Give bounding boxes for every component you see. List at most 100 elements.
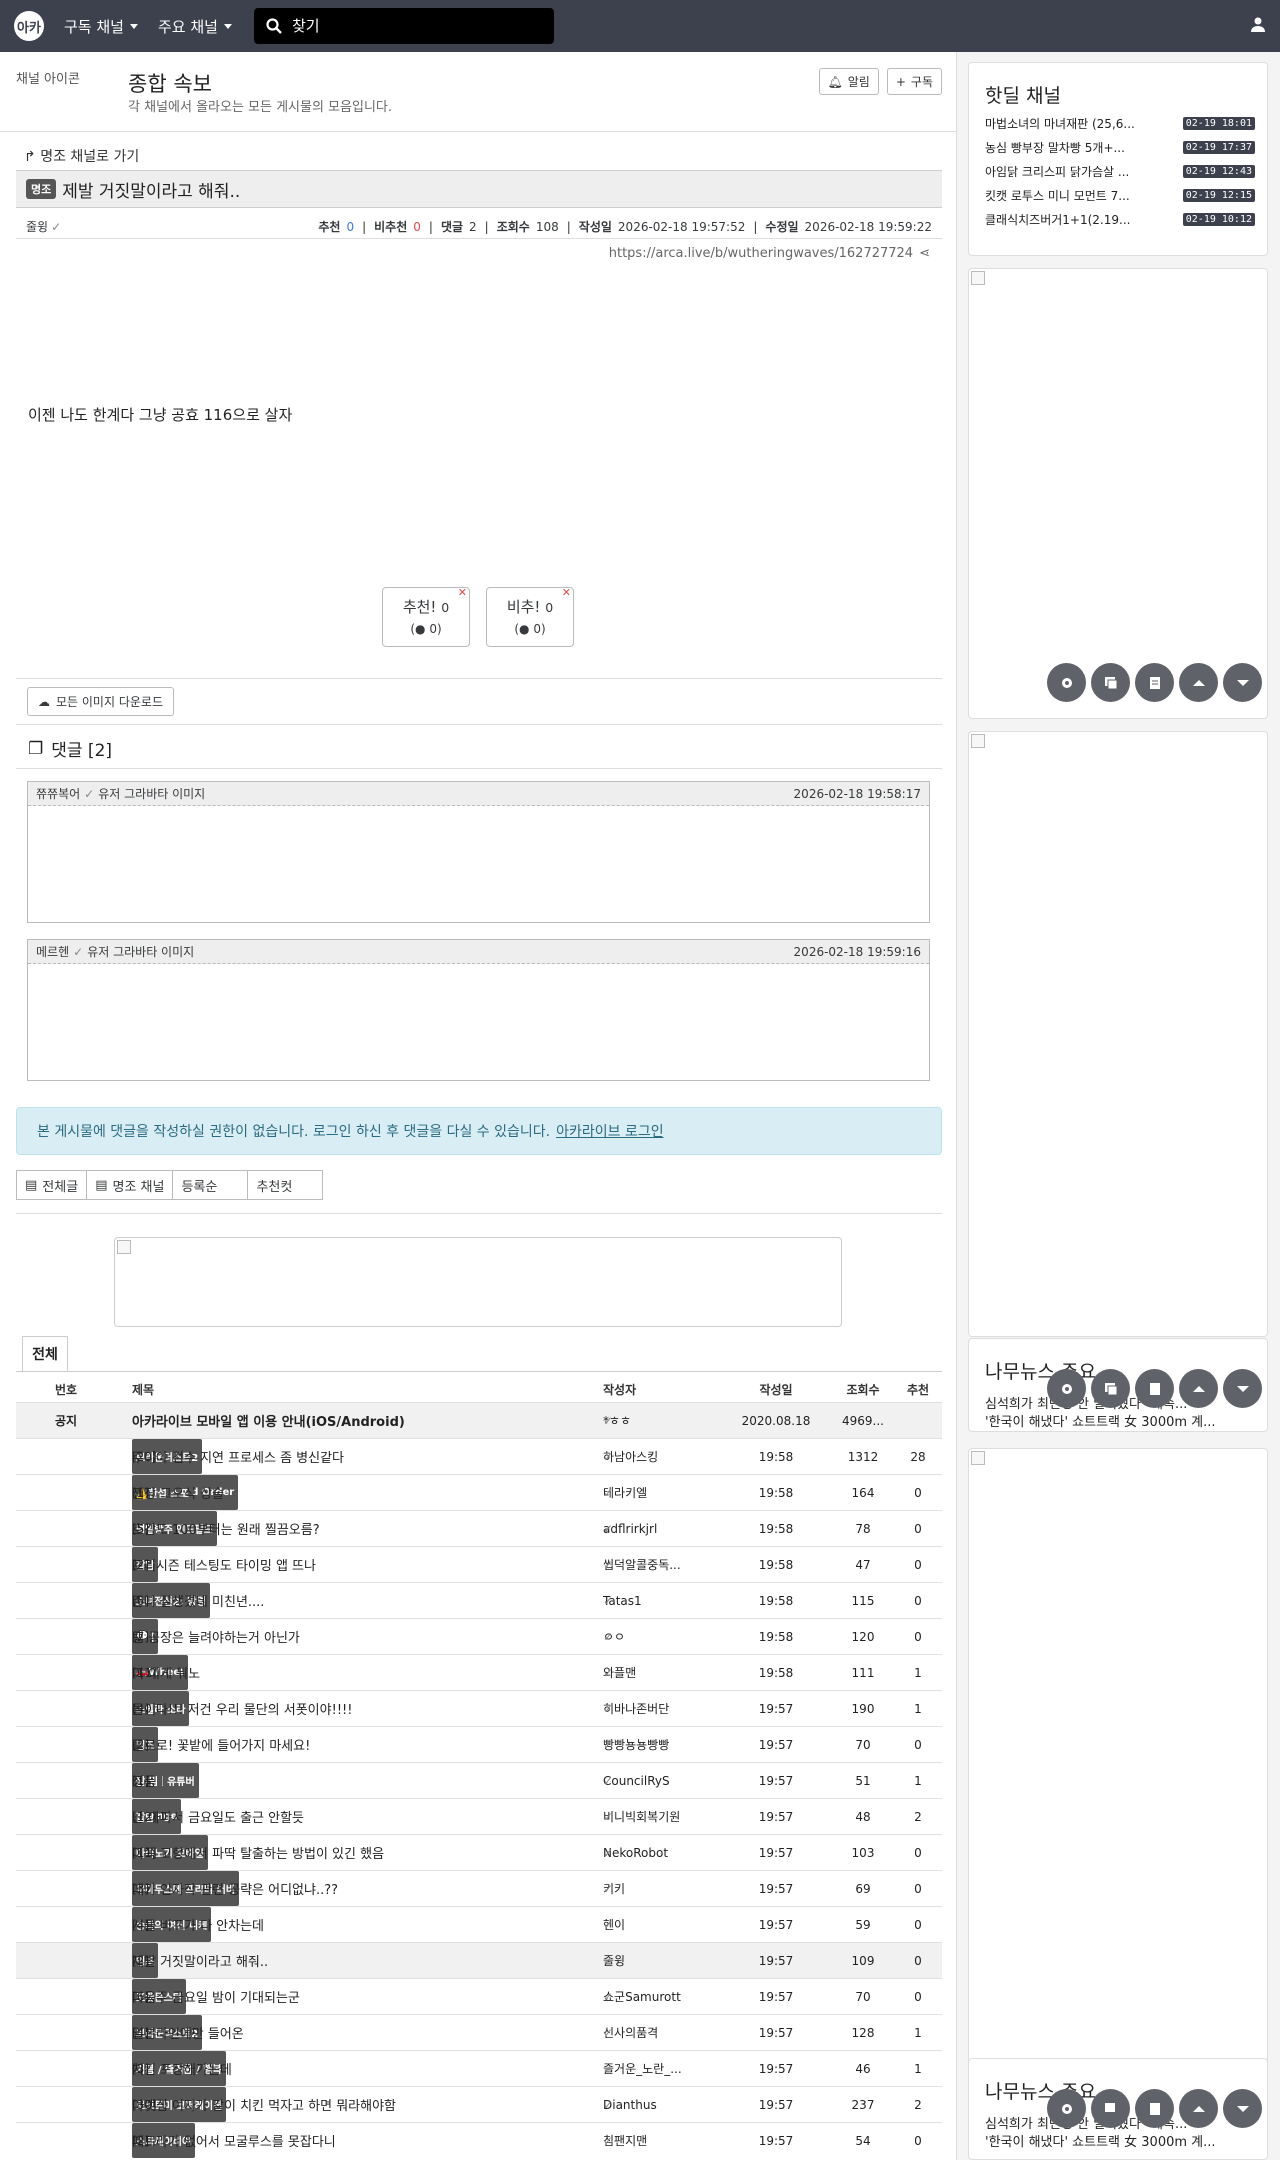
scroll-down-icon[interactable] [1223, 663, 1262, 702]
row-title[interactable]: 램 공장은 늘려야하는거 아닌가 [132, 1619, 300, 1654]
row-title-cell[interactable]: F1잡담프리시즌 테스팅도 타이밍 앱 뜨나[2] [132, 1547, 608, 1582]
row-author[interactable]: 즐거운_노란_... [603, 2051, 682, 2086]
alarm-button[interactable]: 🔔︎ 알림 [818, 68, 879, 95]
notice-title[interactable]: 아카라이브 모바일 앱 이용 안내(iOS/Android) [132, 1403, 608, 1438]
row-title-cell[interactable]: 마비노기 모바일 이쪽 고향에서 파딱 탈출하는 방법이 있긴 했음 [11] [132, 1835, 608, 1870]
list-icon[interactable] [1135, 2089, 1174, 2128]
row-author[interactable]: 쇼군Samurott [603, 1979, 681, 2014]
table-row[interactable]: 스텔라 소라 🗔︎ 몰이다!!! 저건 우리 물단의 서폿이야!!!! [4] 히바나존… [16, 1690, 942, 1726]
row-title[interactable]: 페트라가 없어서 모굴루스를 못잡다니 [132, 2123, 336, 2158]
table-row[interactable]: 브라운더스트2 주니야 검수 지연 프로세스 좀 병신같다 [20] 하남아스킹 ✓ 19… [16, 1438, 942, 1474]
list-icon[interactable] [1135, 1369, 1174, 1408]
table-row[interactable]: 소녀전선2: 망명 🗔︎ 존나 잘생겼네 미친년.... [6] Tatas1 ✓ 19:5… [16, 1582, 942, 1618]
hotdeal-item[interactable]: 클래식치즈버거1+1(2.19... 02-19 10:12 [985, 209, 1255, 229]
settings-icon[interactable] [1047, 1369, 1086, 1408]
row-title-cell[interactable]: 승리의 여신 니케 🗔︎ 시뮬 버프가 다 안차는데 [4] [132, 1907, 608, 1942]
row-title[interactable]: 메카 인자작 관련 공략은 어디없냐..?? [132, 1871, 338, 1906]
tab-all[interactable]: 전체 [22, 1336, 68, 1372]
news-link[interactable]: '한국이 해냈다' 쇼트트랙 女 3000m 계... [985, 1411, 1255, 1430]
sort-order-button[interactable]: 등록순 [172, 1170, 249, 1200]
row-title[interactable]: 몰이다!!! 저건 우리 물단의 서폿이야!!!! [132, 1691, 352, 1726]
download-images-button[interactable]: ☁ 모든 이미지 다운로드 [27, 687, 174, 716]
row-title-cell[interactable]: 버츄얼 유튜버 짤/밈 🗔︎ 정품 [1] [132, 1763, 608, 1798]
row-title[interactable]: 난 아파서 금요일도 출근 안할듯 [132, 1799, 304, 1834]
ad-banner[interactable] [114, 1237, 842, 1327]
scroll-up-icon[interactable] [1179, 1369, 1218, 1408]
table-row[interactable]: 브라운더스트2 🗔︎ 일본라인에만 들어온 [4] 신사의품격 ✓ 19:57 128 1 [16, 2014, 942, 2050]
share-icon[interactable]: ⋖ [919, 246, 930, 261]
row-title-cell[interactable]: 명조 🗔︎ 제발 거짓말이라고 해줘.. [2] [132, 1943, 608, 1978]
scroll-up-icon[interactable] [1179, 2089, 1218, 2128]
post-author[interactable]: 줄윙 [26, 218, 48, 235]
notice-row[interactable]: 공지 아카라이브 모바일 앱 이용 안내(iOS/Android) *ㅎㅎ ✓ 2… [16, 1402, 942, 1438]
upvote-button[interactable]: ✕ 추천! 0 (● 0) [382, 586, 470, 647]
scroll-down-icon[interactable] [1223, 1369, 1262, 1408]
row-title-cell[interactable]: 우마무스메 프리티 더비 메카 인자작 관련 공략은 어디없냐..?? [3] [132, 1871, 608, 1906]
row-title[interactable]: 존나 잘생겼네 미친년.... [132, 1583, 264, 1618]
row-title[interactable]: 프리시즌 테스팅도 타이밍 앱 뜨나 [132, 1547, 316, 1582]
row-title-cell[interactable]: 감정 표출기쁨 / 즐거움 / 행복치킨 포장해가는데[3] [132, 2051, 608, 2086]
table-row[interactable]: Lounge잡담난 아파서 금요일도 출근 안할듯[12]비니빅회복기원✓ 19:… [16, 1798, 942, 1834]
table-row[interactable]: Fate/Grand Order⚠️한섭 스포🗔︎젠장 그오식 상술[1]테라키… [16, 1474, 942, 1510]
user-icon[interactable] [1250, 16, 1266, 32]
row-title[interactable]: 주니야 검수 지연 프로세스 좀 병신같다 [132, 1439, 344, 1474]
table-row[interactable]: 우마무스메 프리티 더비 메카 인자작 관련 공략은 어디없냐..?? [3] 키키 ✓… [16, 1870, 942, 1906]
row-title-cell[interactable]: 명일방주 엔드필드 호감도 100부터는 원래 찔끔오름? [5] [132, 1511, 608, 1546]
row-title[interactable]: 제발 거짓말이라고 해줘.. [132, 1943, 268, 1978]
comments-icon[interactable] [1091, 1369, 1130, 1408]
search-input[interactable] [291, 17, 532, 35]
comments-icon[interactable] [1091, 2089, 1130, 2128]
table-row[interactable]: 명일방주 엔드필드 호감도 100부터는 원래 찔끔오름? [5] adflrirkj… [16, 1510, 942, 1546]
table-row[interactable]: 명조 🗔︎ 제발 거짓말이라고 해줘.. [2] 줄윙 ✓ 19:57 109 0 [16, 1942, 942, 1978]
row-title-cell[interactable]: 브라운더스트2 주니야 검수 지연 프로세스 좀 병신같다 [20] [132, 1439, 608, 1474]
hotdeal-item[interactable]: 아임닭 크리스피 닭가슴살 ... 02-19 12:43 [985, 161, 1255, 181]
news-link[interactable]: '한국이 해냈다' 쇼트트랙 女 3000m 계... [985, 2131, 1255, 2150]
subscribe-button[interactable]: + 구독 [886, 68, 942, 95]
settings-icon[interactable] [1047, 663, 1086, 702]
row-title-cell[interactable]: 소녀전선2: 망명 🗔︎ 존나 잘생겼네 미친년.... [6] [132, 1583, 608, 1618]
table-row[interactable]: 포켓몬스터 다음주 금요일 밤이 기대되는군 [6] 쇼군Samurott ✓ 19:57… [16, 1978, 942, 2014]
row-title-cell[interactable]: 브라운더스트2 🗔︎ 일본라인에만 들어온 [4] [132, 2015, 608, 2050]
settings-icon[interactable] [1047, 2089, 1086, 2128]
row-title[interactable]: 이쪽 고향에서 파딱 탈출하는 방법이 있긴 했음 [132, 1835, 384, 1870]
scroll-up-icon[interactable] [1179, 663, 1218, 702]
hotdeal-item[interactable]: 마법소녀의 마녀재판 (25,6... 02-19 18:01 [985, 113, 1255, 133]
row-author[interactable]: 씹덕알콜중독... [603, 1547, 681, 1582]
comments-icon[interactable] [1091, 663, 1130, 702]
best-cut-button[interactable]: 추천컷 [247, 1170, 324, 1200]
goto-channel-link[interactable]: ↱ 명조 채널로 가기 [24, 146, 139, 166]
login-link[interactable]: 아카라이브 로그인 [556, 1121, 664, 1141]
table-row[interactable]: 버츄얼 유튜버 짤/밈 🗔︎ 정품 [1] CouncilRyS ✓ 19:57 51 1 [16, 1762, 942, 1798]
table-row[interactable]: 마비노기 모바일 이쪽 고향에서 파딱 탈출하는 방법이 있긴 했음 [11] Nek… [16, 1834, 942, 1870]
row-author[interactable]: 비니빅회복기원 [603, 1799, 680, 1834]
filter-channel-button[interactable]: ▤ 명조 채널 [86, 1170, 174, 1200]
row-title-cell[interactable]: 로보토미 코퍼레이션 아랫집 여자가 같이 치킨 먹자고 하면 뭐라해야함 [30] [132, 2087, 608, 2122]
site-logo[interactable]: 아카 [14, 11, 44, 41]
row-title-cell[interactable]: 명조 🗔︎ 플로로! 꽃밭에 들어가지 마세요! [2] [132, 1727, 608, 1762]
filter-all-button[interactable]: ▤ 전체글 [16, 1170, 88, 1200]
row-title[interactable]: 플로로! 꽃밭에 들어가지 마세요! [132, 1727, 310, 1762]
hotdeal-item[interactable]: 킷캣 로투스 미니 모먼트 7... 02-19 12:15 [985, 185, 1255, 205]
row-title[interactable]: 시뮬 버프가 다 안차는데 [132, 1907, 264, 1942]
table-row[interactable]: 스타세이비어 페트라가 없어서 모굴루스를 못잡다니 [2] 침팬지맨 ✓ 19:57 54… [16, 2122, 942, 2158]
ad-card[interactable] [968, 731, 1268, 1337]
post-url[interactable]: https://arca.live/b/wutheringwaves/16272… [609, 246, 930, 261]
row-title-cell[interactable]: Lounge잡담난 아파서 금요일도 출근 안할듯[12] [132, 1799, 608, 1834]
row-title-cell[interactable]: 주식💬램 공장은 늘려야하는거 아닌가[7] [132, 1619, 608, 1654]
main-channels-dropdown[interactable]: 주요 채널 [158, 16, 232, 37]
table-row[interactable]: 주식💬램 공장은 늘려야하는거 아닌가[7]ㅇㅇ✓19:581200 [16, 1618, 942, 1654]
ad-card[interactable] [968, 1448, 1268, 2102]
comment-author[interactable]: 쮸쮸복어 [36, 785, 80, 802]
row-title[interactable]: 다음주 금요일 밤이 기대되는군 [132, 1979, 300, 2014]
comment-author[interactable]: 메르헨 [36, 943, 69, 960]
row-title-cell[interactable]: 스타세이비어 페트라가 없어서 모굴루스를 못잡다니 [2] [132, 2123, 608, 2158]
row-title[interactable]: 아랫집 여자가 같이 치킨 먹자고 하면 뭐라해야함 [132, 2087, 396, 2122]
row-title-cell[interactable]: Fate/Grand Order⚠️한섭 스포🗔︎젠장 그오식 상술[1] [132, 1475, 608, 1510]
table-row[interactable]: 로보토미 코퍼레이션 아랫집 여자가 같이 치킨 먹자고 하면 뭐라해야함 [30]… [16, 2086, 942, 2122]
scroll-down-icon[interactable] [1223, 2089, 1262, 2128]
list-icon[interactable] [1135, 663, 1174, 702]
table-row[interactable]: 자동차🚗Wheel🗔︎이 이게 뭐노[11]와플맨✓19:581111 [16, 1654, 942, 1690]
table-row[interactable]: 명조 🗔︎ 플로로! 꽃밭에 들어가지 마세요! [2] 빵빵뇽뇽빵빵 ✓ 19:57 70 0 [16, 1726, 942, 1762]
row-title-cell[interactable]: 스텔라 소라 🗔︎ 몰이다!!! 저건 우리 물단의 서폿이야!!!! [4] [132, 1691, 608, 1726]
row-title-cell[interactable]: 자동차🚗Wheel🗔︎이 이게 뭐노[11] [132, 1655, 608, 1690]
